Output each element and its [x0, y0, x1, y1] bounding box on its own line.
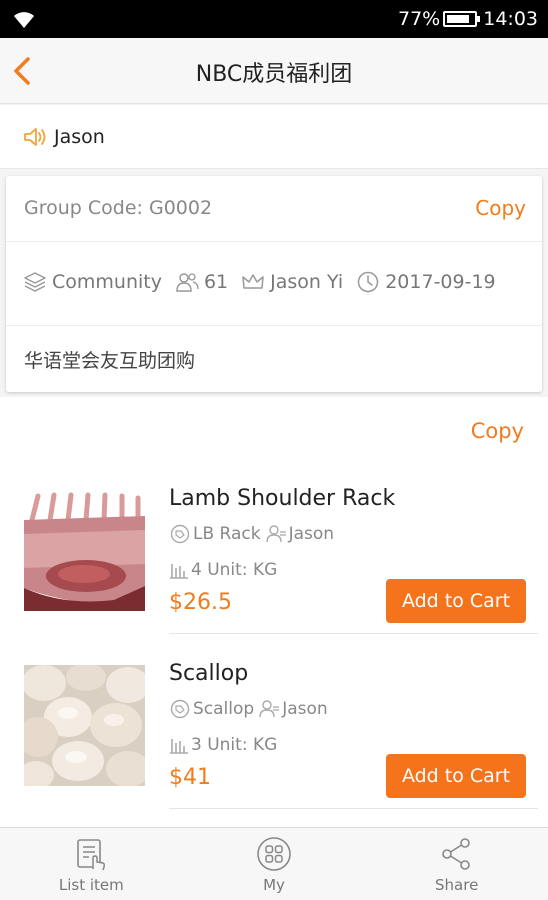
clock: 14:03 [483, 8, 538, 30]
speaker-icon [24, 128, 46, 146]
product-list: Copy Lamb Shoulder Rack LB Rack Jason 4 … [0, 397, 548, 827]
group-meta-row: Community 61 Jason Yi 2017-09-19 [6, 242, 542, 326]
product-price: $41 [169, 765, 211, 790]
notice-bar: Jason [0, 105, 548, 169]
tab-share[interactable]: Share [365, 828, 548, 900]
wifi-icon [14, 12, 34, 28]
tab-label: My [263, 876, 285, 894]
tab-my[interactable]: My [183, 828, 366, 900]
group-description-row: 华语堂会友互助团购 [6, 326, 542, 392]
page-title: NBC成员福利团 [195, 62, 353, 87]
notice-text: Jason [54, 126, 105, 148]
tag-icon [170, 524, 190, 544]
add-to-cart-button[interactable]: Add to Cart [386, 754, 526, 798]
user-icon [265, 525, 286, 543]
divider [169, 808, 538, 809]
product-tag: LB Rack [193, 524, 261, 544]
stock-bars-icon [170, 564, 188, 579]
battery-percent: 77% [398, 8, 441, 30]
tab-label: List item [58, 876, 124, 894]
crown-icon [242, 274, 264, 289]
copy-code-button[interactable]: Copy [475, 196, 526, 220]
share-icon [441, 838, 470, 870]
tag-icon [170, 699, 190, 719]
tab-label: Share [435, 876, 479, 894]
product-item[interactable]: Lamb Shoulder Rack LB Rack Jason 4 Unit:… [0, 474, 548, 649]
product-owner: Jason [282, 699, 328, 719]
clock-icon [357, 271, 379, 293]
layers-icon [24, 272, 46, 292]
product-stock: 3 Unit: KG [191, 735, 278, 755]
group-code-row: Group Code: G0002 Copy [6, 176, 542, 242]
product-name: Lamb Shoulder Rack [169, 486, 396, 511]
battery-icon [443, 11, 481, 27]
divider [169, 633, 538, 634]
list-item-icon [77, 839, 106, 871]
group-type: Community [52, 271, 162, 293]
product-name: Scallop [169, 661, 249, 686]
members-icon [176, 273, 199, 292]
add-to-cart-button[interactable]: Add to Cart [386, 579, 526, 623]
group-leader: Jason Yi [270, 271, 344, 293]
tab-list-item[interactable]: List item [0, 828, 183, 900]
group-description: 华语堂会友互助团购 [24, 350, 196, 372]
status-bar: 77% 14:03 [0, 0, 548, 38]
product-item[interactable]: Scallop Scallop Jason 3 Unit: KG $41 Add… [0, 649, 548, 824]
product-price: $26.5 [169, 590, 232, 615]
group-info-card: Group Code: G0002 Copy Community 61 Jaso… [6, 176, 542, 392]
stock-bars-icon [170, 739, 188, 754]
grid-icon [257, 837, 291, 871]
group-date: 2017-09-19 [385, 271, 496, 293]
product-image-lamb [24, 490, 145, 611]
member-count: 61 [203, 271, 229, 293]
nav-bar: NBC成员福利团 [0, 38, 548, 104]
bottom-tab-bar: List item My Share [0, 827, 548, 900]
copy-list-button[interactable]: Copy [471, 419, 524, 443]
user-icon [259, 700, 280, 718]
product-tag: Scallop [193, 699, 255, 719]
product-stock: 4 Unit: KG [191, 560, 278, 580]
group-code-label: Group Code: G0002 [24, 197, 213, 219]
product-image-scallop [24, 665, 145, 786]
product-owner: Jason [288, 524, 335, 544]
